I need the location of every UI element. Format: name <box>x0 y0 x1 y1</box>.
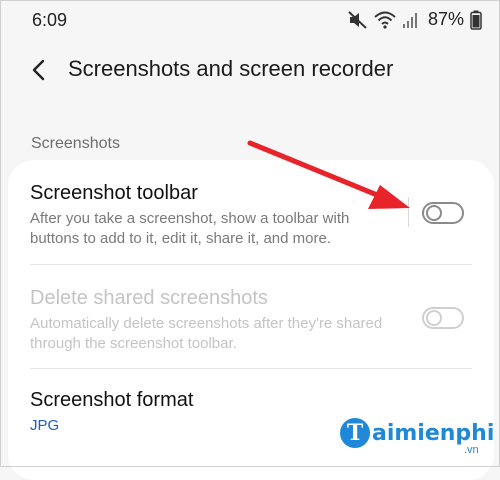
battery-percent: 87% <box>427 9 464 29</box>
setting-title: Screenshot toolbar <box>30 182 198 204</box>
watermark-text: aimienphi <box>372 420 495 446</box>
status-time: 6:09 <box>32 10 68 30</box>
status-icons: 87% <box>348 9 482 30</box>
screenshot-toolbar-toggle[interactable] <box>422 202 464 224</box>
setting-value: JPG <box>30 417 60 434</box>
chevron-left-icon <box>32 59 45 81</box>
setting-row-delete-shared-screenshots[interactable]: Delete shared screenshots Automatically … <box>8 265 494 369</box>
toggle-knob <box>426 310 442 326</box>
app-header: Screenshots and screen recorder <box>0 48 500 92</box>
watermark-logo: T aimienphi .vn <box>340 418 495 456</box>
watermark-domain: .vn <box>464 444 479 456</box>
watermark-badge: T <box>340 418 370 448</box>
section-label: Screenshots <box>31 135 120 152</box>
separator <box>408 197 409 227</box>
setting-title: Screenshot format <box>30 389 194 411</box>
mute-icon <box>348 10 368 29</box>
wifi-icon <box>374 11 396 29</box>
toggle-knob <box>426 205 442 221</box>
setting-title: Delete shared screenshots <box>30 287 268 309</box>
battery-icon <box>470 10 482 30</box>
back-button[interactable] <box>28 56 52 84</box>
setting-description: Automatically delete screenshots after t… <box>30 315 383 352</box>
setting-description: After you take a screenshot, show a tool… <box>30 210 350 247</box>
delete-shared-screenshots-toggle[interactable] <box>422 307 464 329</box>
signal-icon <box>402 11 418 29</box>
status-bar: 6:09 87% <box>0 0 500 40</box>
setting-row-screenshot-toolbar[interactable]: Screenshot toolbar After you take a scre… <box>8 160 494 264</box>
page-title: Screenshots and screen recorder <box>68 56 394 81</box>
